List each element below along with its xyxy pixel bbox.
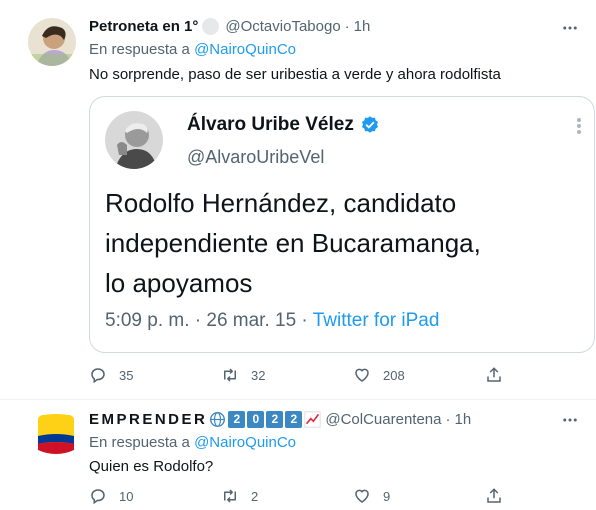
quoted-timestamp[interactable]: 5:09 p. m. · 26 mar. 15 · [105,310,313,331]
globe-icon [210,412,226,427]
share-icon [485,487,503,505]
reply-button[interactable]: 35 [89,366,221,384]
quoted-handle[interactable]: @AlvaroUribeVel [187,147,324,168]
separator: · [344,18,350,35]
like-count: 9 [383,488,391,504]
retweet-button[interactable]: 2 [221,487,353,505]
tweet-text: Quien es Rodolfo? [89,458,214,475]
quoted-avatar[interactable] [105,111,163,169]
author-name[interactable]: EMPRENDER [89,411,207,428]
quoted-text: Rodolfo Hernández, candidato independien… [105,183,585,303]
reply-icon [89,366,107,384]
like-count: 208 [383,367,405,383]
retweet-count: 2 [251,488,259,504]
more-options-icon[interactable] [560,410,580,430]
replying-to: En respuesta a @NairoQuinCo [89,434,296,451]
reply-count: 35 [119,367,134,383]
replying-prefix: En respuesta a [89,41,195,58]
reply-button[interactable]: 10 [89,487,221,505]
replying-prefix: En respuesta a [89,434,195,451]
replying-to: En respuesta a @NairoQuinCo [89,41,296,58]
quoted-meta: 5:09 p. m. · 26 mar. 15 · Twitter for iP… [105,310,439,332]
author-handle[interactable]: @OctavioTabogo [225,18,340,35]
heart-icon [353,366,371,384]
tweet-header: Petroneta en 1° @OctavioTabogo · 1h [89,18,370,35]
replying-mention[interactable]: @NairoQuinCo [194,41,296,58]
quoted-more-icon[interactable] [576,117,582,140]
like-button[interactable]: 9 [353,487,485,505]
retweet-icon [221,366,239,384]
author-name[interactable]: Petroneta en 1° [89,18,198,35]
quoted-text-line: lo apoyamos [105,268,253,298]
reply-icon [89,487,107,505]
tweet-actions: 10 2 9 [89,487,529,505]
tweet-colcuarentena[interactable]: EMPRENDER 2 0 2 2 @ColCuarentena · 1h En… [0,400,596,510]
digit-box: 0 [247,411,265,428]
separator: · [445,411,451,428]
verified-badge-icon [361,116,378,133]
quoted-text-line: independiente en Bucaramanga, [105,228,481,258]
retweet-button[interactable]: 32 [221,366,353,384]
quoted-text-line: Rodolfo Hernández, candidato [105,188,457,218]
share-button[interactable] [485,366,515,384]
quoted-tweet[interactable]: Álvaro Uribe Vélez @AlvaroUribeVel Rodol… [89,96,595,353]
digit-box: 2 [228,411,246,428]
share-button[interactable] [485,487,515,505]
retweet-icon [221,487,239,505]
more-options-icon[interactable] [560,18,580,38]
avatar[interactable] [28,18,76,66]
tweet-header: EMPRENDER 2 0 2 2 @ColCuarentena · 1h [89,411,471,428]
digit-box: 2 [266,411,284,428]
reply-count: 10 [119,488,134,504]
quoted-author[interactable]: Álvaro Uribe Vélez [187,114,380,136]
share-icon [485,366,503,384]
like-button[interactable]: 208 [353,366,485,384]
tweet-actions: 35 32 208 [89,366,529,384]
heart-icon [353,487,371,505]
tweet-text: No sorprende, paso de ser uribestia a ve… [89,66,501,83]
author-handle[interactable]: @ColCuarentena [325,411,441,428]
digit-box: 2 [285,411,303,428]
retweet-count: 32 [251,367,266,383]
timestamp[interactable]: 1h [455,411,472,428]
quoted-author-name: Álvaro Uribe Vélez [187,114,354,135]
replying-mention[interactable]: @NairoQuinCo [194,434,296,451]
chart-increasing-icon [304,411,321,428]
tweet-octavio[interactable]: Petroneta en 1° @OctavioTabogo · 1h En r… [0,0,596,400]
circle-emoji-icon [202,18,220,35]
avatar[interactable] [32,410,80,458]
quoted-source[interactable]: Twitter for iPad [313,310,440,331]
timestamp[interactable]: 1h [354,18,371,35]
